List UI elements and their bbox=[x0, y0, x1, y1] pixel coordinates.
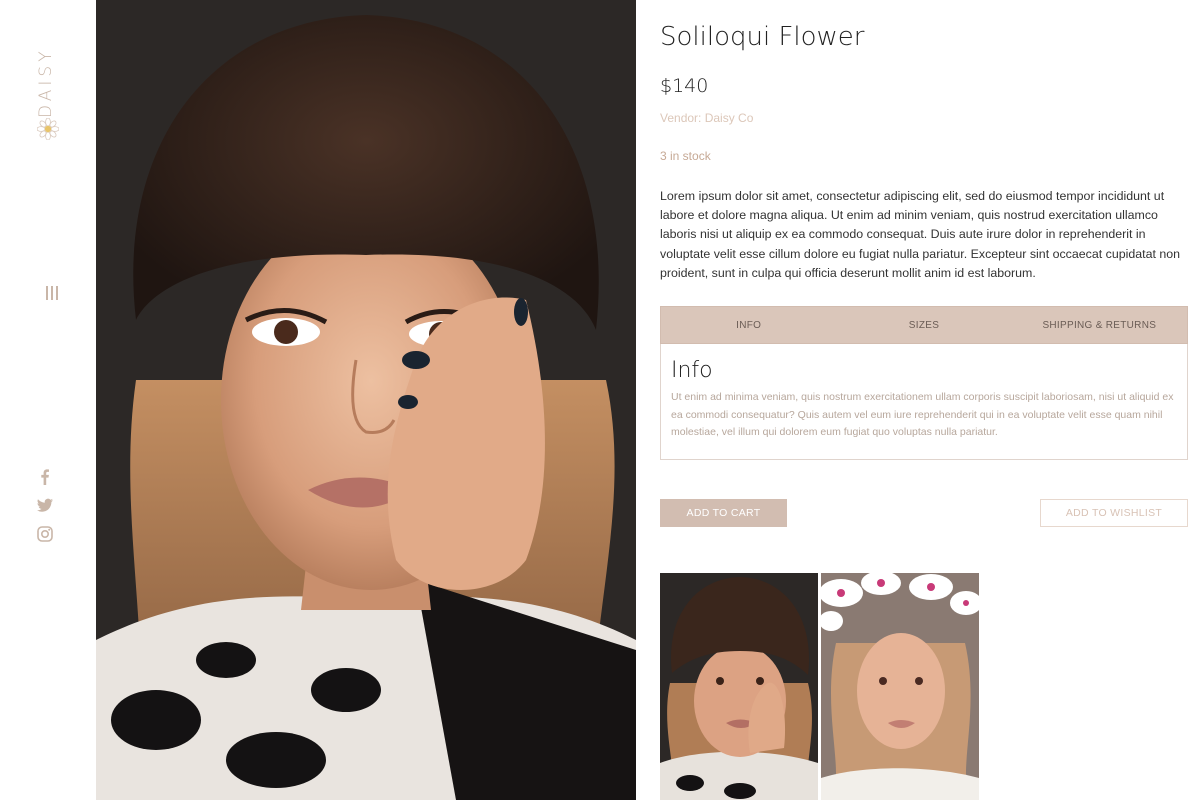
logo-text: DAISY bbox=[36, 47, 56, 118]
stock-status: 3 in stock bbox=[660, 149, 711, 163]
tab-shipping-returns[interactable]: SHIPPING & RETURNS bbox=[1012, 307, 1187, 343]
thumbnail-flower-crown-image bbox=[821, 573, 979, 800]
tab-panel-text: Ut enim ad minima veniam, quis nostrum e… bbox=[671, 391, 1174, 438]
sidebar: DAISY bbox=[0, 0, 96, 800]
add-to-wishlist-button[interactable]: ADD TO WISHLIST bbox=[1040, 499, 1188, 527]
product-main-image[interactable] bbox=[96, 0, 636, 800]
product-description: Lorem ipsum dolor sit amet, consectetur … bbox=[660, 189, 1181, 280]
tab-sizes[interactable]: SIZES bbox=[836, 307, 1011, 343]
product-tabs: INFO SIZES SHIPPING & RETURNS bbox=[660, 306, 1188, 344]
facebook-icon[interactable] bbox=[36, 468, 54, 486]
thumbnail-fur-hat-image bbox=[660, 573, 818, 800]
instagram-icon[interactable] bbox=[36, 525, 54, 543]
add-to-cart-button[interactable]: ADD TO CART bbox=[660, 499, 787, 527]
logo[interactable]: DAISY bbox=[34, 47, 62, 144]
tab-panel-info: Info Ut enim ad minima veniam, quis nost… bbox=[660, 344, 1188, 460]
product-thumbnail-1[interactable] bbox=[660, 573, 818, 800]
tab-panel-heading: Info bbox=[671, 358, 713, 383]
product-title: Soliloqui Flower bbox=[660, 22, 865, 52]
product-price: $140 bbox=[660, 75, 709, 97]
twitter-icon[interactable] bbox=[36, 496, 54, 514]
product-thumbnail-2[interactable] bbox=[821, 573, 979, 800]
daisy-flower-icon bbox=[37, 118, 59, 140]
model-portrait-illustration bbox=[96, 0, 636, 800]
tab-info[interactable]: INFO bbox=[661, 307, 836, 343]
product-vendor[interactable]: Vendor: Daisy Co bbox=[660, 111, 753, 125]
hamburger-icon[interactable] bbox=[44, 285, 60, 301]
